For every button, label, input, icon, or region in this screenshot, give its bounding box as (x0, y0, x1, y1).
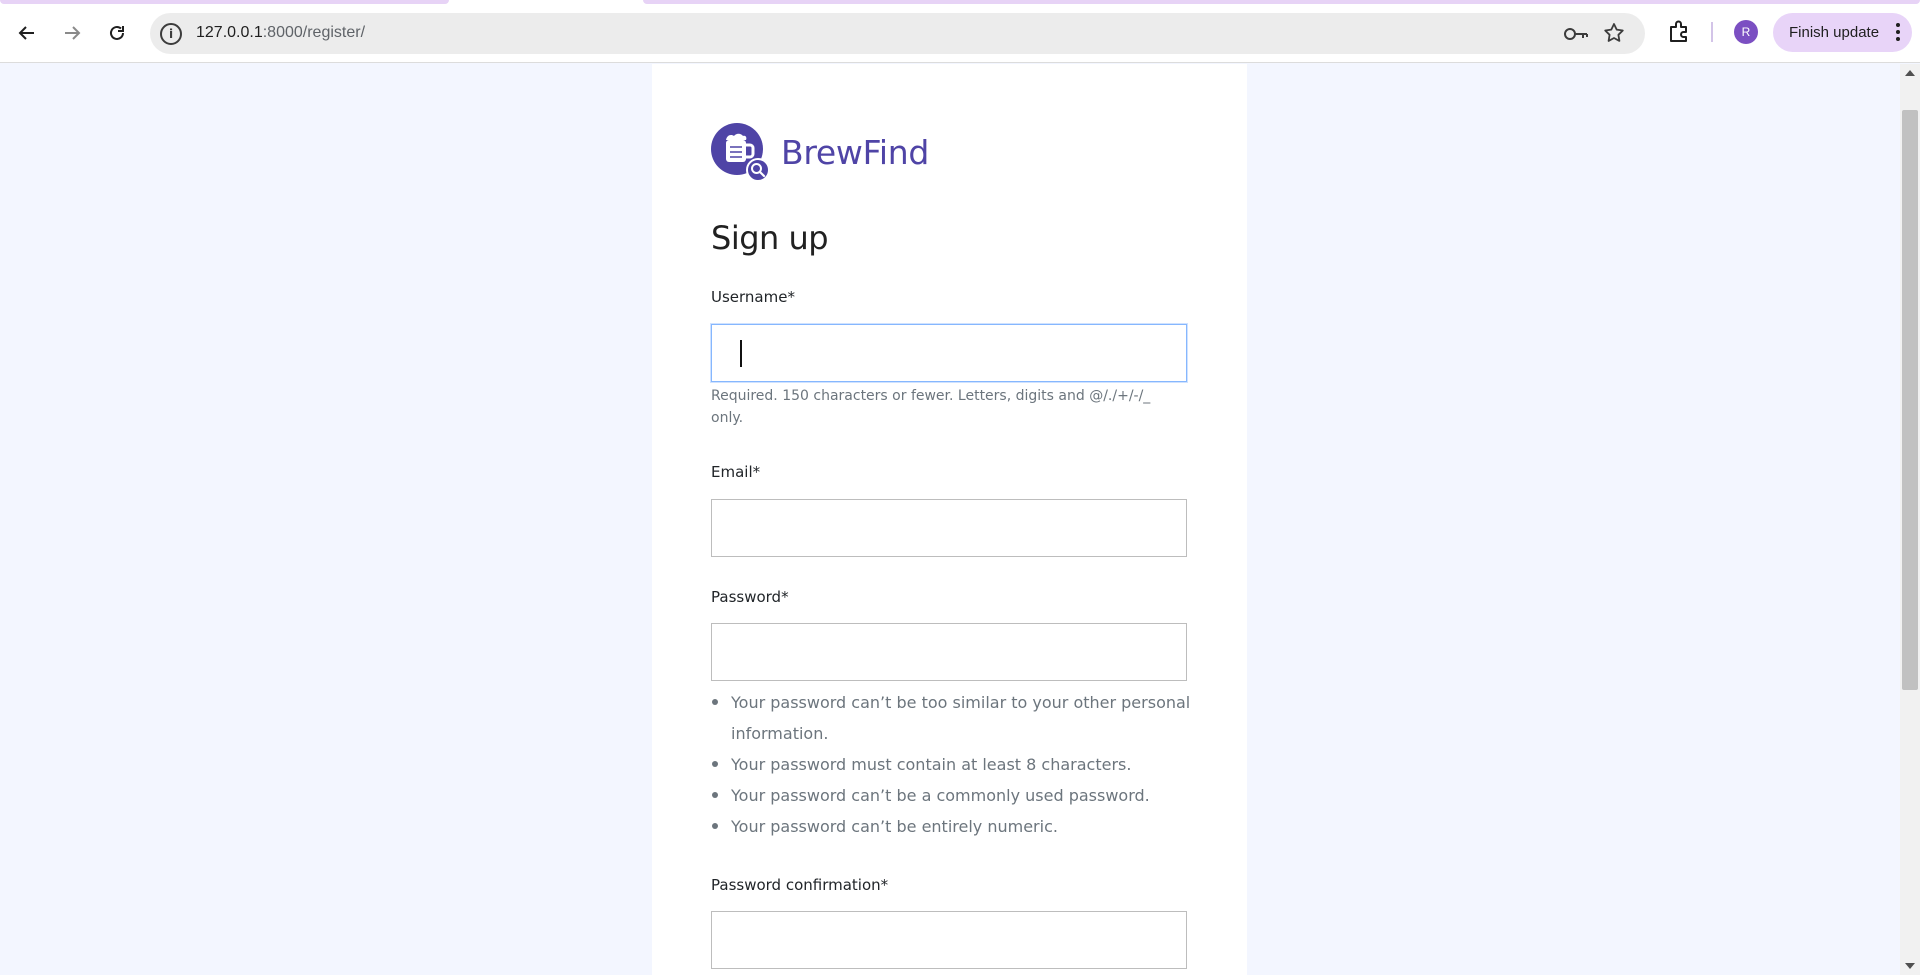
password-rule: Your password must contain at least 8 ch… (711, 749, 1191, 780)
scroll-up-icon[interactable] (1905, 70, 1915, 76)
signup-card: BrewFind Sign up Username* Required. 150… (652, 64, 1247, 975)
page-title: Sign up (711, 219, 829, 257)
username-input[interactable] (711, 324, 1187, 382)
scroll-down-icon[interactable] (1905, 963, 1915, 969)
password-rules-list: Your password can’t be too similar to yo… (711, 687, 1191, 842)
password-rule: Your password can’t be a commonly used p… (711, 780, 1191, 811)
kebab-menu-icon[interactable] (1896, 23, 1900, 41)
email-input[interactable] (711, 499, 1187, 557)
brand-logo-link[interactable]: BrewFind (711, 123, 929, 182)
password-input[interactable] (711, 623, 1187, 681)
reload-button[interactable] (101, 17, 133, 49)
browser-toolbar: i 127.0.0.1:8000/register/ R Finish upda… (0, 0, 1920, 63)
tab-strip-edge (0, 0, 449, 4)
star-icon[interactable] (1602, 21, 1626, 45)
forward-button[interactable] (56, 17, 88, 49)
password-confirmation-label: Password confirmation* (711, 876, 889, 894)
email-label: Email* (711, 463, 761, 481)
text-caret (740, 340, 742, 367)
url-path: :8000/register/ (262, 24, 366, 41)
username-help-text: Required. 150 characters or fewer. Lette… (711, 388, 1151, 426)
finish-update-button[interactable]: Finish update (1773, 13, 1912, 52)
profile-avatar[interactable]: R (1734, 20, 1758, 44)
brand-name: BrewFind (781, 132, 929, 172)
back-arrow-icon (18, 26, 34, 40)
password-confirmation-input[interactable] (711, 911, 1187, 969)
page-scrollbar[interactable] (1900, 64, 1920, 975)
tab-strip-edge (643, 0, 1920, 4)
address-bar[interactable]: i 127.0.0.1:8000/register/ (150, 13, 1645, 54)
scrollbar-thumb[interactable] (1902, 110, 1918, 690)
reload-icon (110, 25, 124, 40)
url-text[interactable]: 127.0.0.1:8000/register/ (196, 24, 365, 42)
password-label: Password* (711, 588, 789, 606)
url-host: 127.0.0.1 (196, 24, 263, 41)
username-label: Username* (711, 288, 795, 306)
toolbar-divider (1711, 22, 1713, 42)
password-rule: Your password can’t be entirely numeric. (711, 811, 1191, 842)
info-icon[interactable]: i (160, 23, 182, 45)
puzzle-icon[interactable] (1666, 19, 1692, 45)
beer-search-logo-icon (711, 123, 770, 182)
key-icon[interactable] (1563, 23, 1589, 45)
forward-arrow-icon (65, 26, 81, 40)
finish-update-label: Finish update (1789, 24, 1880, 41)
password-rule: Your password can’t be too similar to yo… (711, 687, 1191, 749)
back-button[interactable] (11, 17, 43, 49)
